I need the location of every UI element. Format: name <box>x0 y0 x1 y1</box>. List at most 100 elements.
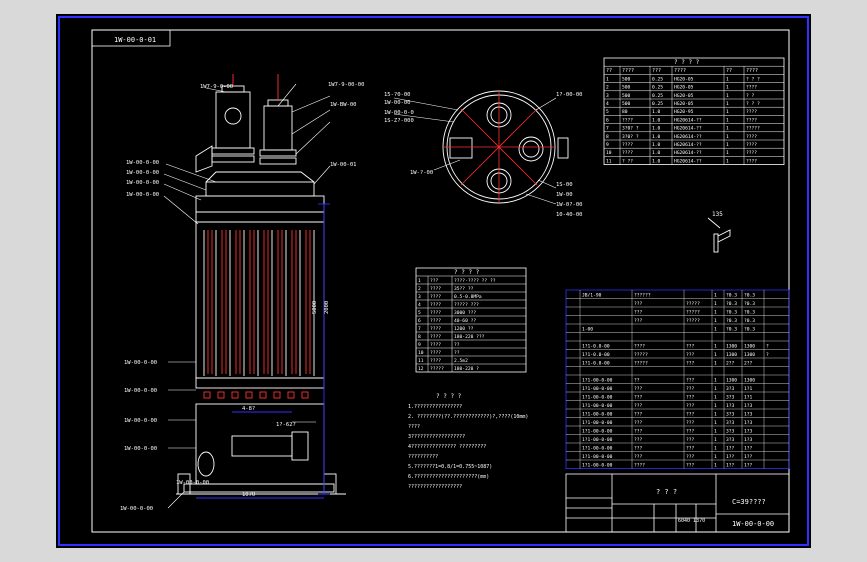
parts-list-cell: ??? <box>686 395 695 401</box>
nozzle-table-header: ?? <box>726 68 732 74</box>
parts-list-cell: 1?? <box>726 446 735 452</box>
tech-note-line: 1.???????????????? <box>408 404 462 410</box>
parts-list-cell: 1?? <box>726 463 735 469</box>
spec-table-cell: 2.5m2 <box>454 358 468 364</box>
nozzle-table-cell: ? ? ? <box>746 101 760 107</box>
parts-list-cell: ????? <box>634 352 648 358</box>
nozzle-table-cell: 1.0 <box>652 126 661 132</box>
nozzle-table-cell: 1 <box>606 76 609 82</box>
spec-table-cell: 11 <box>418 358 424 364</box>
parts-list-cell: ??? <box>634 318 643 324</box>
detail-view-label: 135 <box>712 211 723 218</box>
parts-list-cell: 1?1-00-0-00 <box>582 420 613 426</box>
parts-list-cell: 1?? <box>744 446 753 452</box>
nozzle-table-cell: 1 <box>726 126 729 132</box>
side-label-4: 1W-00-0-00 <box>126 192 159 198</box>
parts-list-cell: ????? <box>634 361 648 367</box>
nozzle-table-cell: ???? <box>622 117 633 123</box>
nozzle-table-cell: 10 <box>606 150 612 156</box>
parts-list-cell: ?0.3 <box>744 327 755 333</box>
parts-list-cell: ??? <box>686 344 695 350</box>
nozzle-table-cell: ???? <box>746 150 757 156</box>
spec-table-cell: 3000 ??? <box>454 310 476 316</box>
parts-list-cell: 1?1-00-0-00 <box>582 437 613 443</box>
nozzle-table-cell: ? ? <box>746 93 755 99</box>
parts-list-cell: ??? <box>686 437 695 443</box>
nozzle-table-heading: ? ? ? ? <box>674 59 700 66</box>
parts-list-cell: 1?? <box>744 454 753 460</box>
drawing-sheet: 1W-00-0-01 1W-00-0-00 1W-00-0-00 1W-00-0… <box>56 14 811 548</box>
parts-list-cell: 1 <box>714 403 717 409</box>
nozzle-table-cell: 5 <box>606 109 609 115</box>
parts-list-cell: 1 <box>714 412 717 418</box>
parts-list-cell: 1 <box>714 378 717 384</box>
parts-list-cell: ??? <box>686 412 695 418</box>
nozzle-table-cell: ? ?? <box>622 158 633 164</box>
dim-5: 2000 <box>324 301 330 314</box>
parts-list-cell: ??? <box>634 429 643 435</box>
nozzle-table-cell: 0.25 <box>652 101 663 107</box>
parts-list-cell: 3?3 <box>726 395 735 401</box>
spec-table-cell: 9 <box>418 342 421 348</box>
spec-table-cell: 180-220 ??? <box>454 334 485 340</box>
nozzle-table-cell: ???? <box>746 158 757 164</box>
nozzle-table-cell: 11 <box>606 158 612 164</box>
spec-table-cell: 180-220 ? <box>454 366 479 372</box>
side-label-6: 1W-00-0-00 <box>124 388 157 394</box>
parts-list-cell: ???? <box>634 344 645 350</box>
parts-list-cell: ??? <box>634 310 643 316</box>
tech-note-line: ???? <box>408 424 420 430</box>
nozzle-table-cell: HG20-05 <box>674 85 694 91</box>
nozzle-table-cell: 1 <box>726 101 729 107</box>
spec-table: ? ? ? ? 1??? ????-???? ?? ?? 2???? 35?? ?? 3?… <box>415 267 527 373</box>
parts-list-cell: 1?1-00-0-00 <box>582 463 613 469</box>
spec-table-cell: 2 <box>418 286 421 292</box>
spec-table-cell: ??? <box>430 278 439 284</box>
parts-list-cell: ?????? <box>634 293 651 299</box>
parts-list-cell: 1 <box>714 420 717 426</box>
parts-list-cell: 1 <box>714 437 717 443</box>
parts-list-cell: 3?3 <box>726 429 735 435</box>
top-callout-2: 1W7-9-00-00 <box>328 82 364 88</box>
nozzle-table-cell: 1.0 <box>652 117 661 123</box>
spec-table-cell: ????? ??? <box>454 302 479 308</box>
parts-list-cell: 1?1-00-0-00 <box>582 378 613 384</box>
spec-table-cell: ???? <box>430 302 441 308</box>
parts-list-cell: 1?1-00-0-00 <box>582 446 613 452</box>
nozzle-table-cell: 1 <box>726 76 729 82</box>
parts-list-cell: ??? <box>686 386 695 392</box>
nozzle-table-cell: 500 <box>622 76 631 82</box>
spec-table-cell: 6 <box>418 318 421 324</box>
nozzle-table-cell: ???? <box>746 134 757 140</box>
side-label-2: 1W-00-0-00 <box>126 170 159 176</box>
parts-list-cell: ??? <box>686 446 695 452</box>
nozzle-table-cell: 1.0 <box>652 158 661 164</box>
spec-table-cell: 7 <box>418 326 421 332</box>
nozzle-table-cell: 1 <box>726 117 729 123</box>
side-label-5: 1W-00-0-00 <box>124 360 157 366</box>
parts-list-cell: 1-00 <box>582 327 593 333</box>
top-view <box>393 90 569 205</box>
parts-list-cell: 1300 <box>744 344 755 350</box>
parts-list-cell: 1 <box>714 395 717 401</box>
parts-list-cell: 1?? <box>726 454 735 460</box>
parts-list-cell: 3?3 <box>726 412 735 418</box>
title-block-heading: ? ? ? <box>656 488 677 496</box>
parts-list-cell: ??? <box>686 403 695 409</box>
parts-list-cell: ??? <box>686 420 695 426</box>
parts-list-cell: 1300 <box>726 378 737 384</box>
nozzle-table-cell: 1 <box>726 93 729 99</box>
parts-list-cell: 1300 <box>726 344 737 350</box>
parts-list-cell: ??? <box>686 352 695 358</box>
tv-callout-10: 10-40-00 <box>556 212 583 218</box>
tech-note-line: 4??????????????? ????????? <box>408 444 486 450</box>
tech-notes-heading: ? ? ? ? <box>436 393 462 400</box>
spec-table-cell: 10 <box>418 350 424 356</box>
spec-table-cell: ???? <box>430 350 441 356</box>
spec-table-cell: ???? <box>430 358 441 364</box>
side-view-labels: 1W-00-0-00 1W-00-0-00 1W-00-0-00 1W-00-0… <box>120 82 364 512</box>
nozzle-table-cell: 0.25 <box>652 93 663 99</box>
nozzle-table-cell: 2 <box>606 85 609 91</box>
parts-list-cell: 1 <box>714 446 717 452</box>
small-box-label: 6040 1370 <box>678 518 705 524</box>
